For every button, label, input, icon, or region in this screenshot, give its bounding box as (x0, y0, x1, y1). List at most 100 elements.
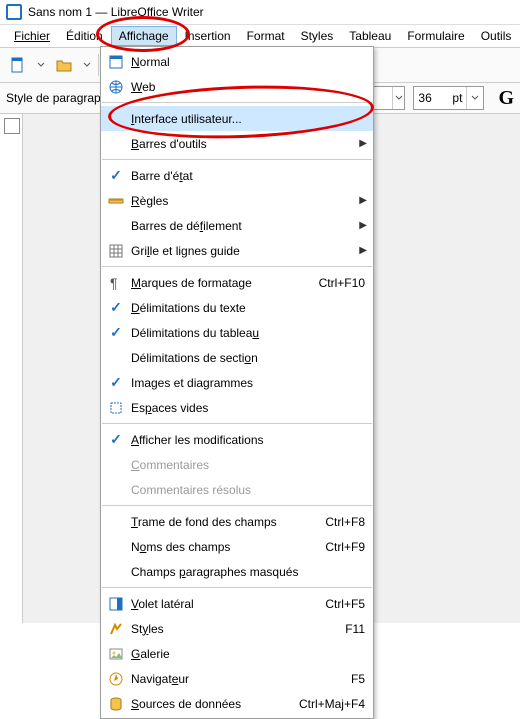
menu-label: Web (131, 80, 365, 94)
menu-label: Grille et lignes guide (131, 244, 365, 258)
check-icon: ✓ (110, 324, 122, 341)
paragraph-style-label: Style de paragraph (6, 91, 107, 105)
chevron-down-icon[interactable] (466, 87, 483, 109)
shortcut: Ctrl+F5 (325, 597, 365, 611)
menu-item-normal[interactable]: Normal (101, 49, 373, 74)
menu-item-web[interactable]: Web (101, 74, 373, 99)
sidebar-icon (101, 596, 131, 612)
normal-view-icon (101, 54, 131, 70)
window-titlebar: Sans nom 1 — LibreOffice Writer (0, 0, 520, 25)
database-icon (101, 696, 131, 712)
check-icon: ✓ (110, 431, 122, 448)
menu-label: Délimitations du texte (131, 301, 365, 315)
submenu-arrow-icon: ▶ (359, 220, 367, 231)
menu-affichage[interactable]: Affichage (111, 26, 177, 46)
check-icon: ✓ (110, 374, 122, 391)
shortcut: Ctrl+F9 (325, 540, 365, 554)
menu-label: Barres de défilement (131, 219, 365, 233)
shortcut: F5 (351, 672, 365, 686)
pilcrow-icon: ¶ (101, 275, 131, 291)
submenu-arrow-icon: ▶ (359, 138, 367, 149)
menu-item-galerie[interactable]: Galerie (101, 641, 373, 666)
menu-label: Délimitations de section (131, 351, 365, 365)
menu-label: Marques de formatage (131, 276, 311, 290)
menu-item-noms-champs[interactable]: Noms des champs Ctrl+F9 (101, 534, 373, 559)
font-size-combo[interactable]: pt (413, 86, 484, 110)
new-doc-button[interactable] (4, 51, 32, 79)
menu-label: Espaces vides (131, 401, 365, 415)
menu-label: Images et diagrammes (131, 376, 365, 390)
menu-item-delim-section[interactable]: Délimitations de section (101, 345, 373, 370)
menu-item-volet-lateral[interactable]: Volet latéral Ctrl+F5 (101, 591, 373, 616)
menu-item-navigateur[interactable]: Navigateur F5 (101, 666, 373, 691)
menu-label: Barre d'état (131, 169, 365, 183)
shortcut: F11 (345, 622, 365, 636)
menu-item-interface-utilisateur[interactable]: Interface utilisateur... (101, 106, 373, 131)
menu-edition[interactable]: Édition (58, 26, 111, 46)
font-name-combo[interactable] (369, 86, 405, 110)
menu-item-barres-defilement[interactable]: Barres de défilement ▶ (101, 213, 373, 238)
submenu-arrow-icon: ▶ (359, 195, 367, 206)
web-view-icon (101, 79, 131, 95)
menu-fichier[interactable]: Fichier (6, 26, 58, 46)
shortcut: Ctrl+Maj+F4 (299, 697, 365, 711)
gallery-icon (101, 646, 131, 662)
whitespace-icon (101, 400, 131, 416)
svg-text:¶: ¶ (110, 275, 118, 291)
submenu-arrow-icon: ▶ (359, 245, 367, 256)
menu-item-styles[interactable]: Styles F11 (101, 616, 373, 641)
menu-label: Sources de données (131, 697, 291, 711)
check-icon: ✓ (110, 167, 122, 184)
menu-label: Navigateur (131, 672, 343, 686)
chevron-down-icon[interactable] (392, 87, 404, 109)
menu-tableau[interactable]: Tableau (341, 26, 399, 46)
ruler-icon (101, 193, 131, 209)
menubar: Fichier Édition Affichage Insertion Form… (0, 25, 520, 47)
menu-item-trame-fond[interactable]: Trame de fond des champs Ctrl+F8 (101, 509, 373, 534)
menu-item-commentaires: Commentaires (101, 452, 373, 477)
menu-outils[interactable]: Outils (473, 26, 520, 46)
grid-icon (101, 243, 131, 259)
font-size-input[interactable] (414, 91, 452, 105)
menu-item-afficher-modifications[interactable]: ✓ Afficher les modifications (101, 427, 373, 452)
menu-label: Styles (131, 622, 337, 636)
bold-button[interactable]: G (498, 87, 514, 110)
menu-insertion[interactable]: Insertion (177, 26, 239, 46)
menu-label: Galerie (131, 647, 365, 661)
new-doc-dropdown[interactable] (36, 61, 46, 69)
menu-label: ormal (140, 55, 170, 69)
pt-label: pt (452, 91, 466, 105)
menu-label: Interface utilisateur... (131, 112, 365, 126)
menu-item-grille[interactable]: Grille et lignes guide ▶ (101, 238, 373, 263)
vertical-ruler (0, 114, 23, 623)
menu-label: Barres d'outils (131, 137, 365, 151)
menu-label: Commentaires (131, 458, 365, 472)
menu-item-sources-donnees[interactable]: Sources de données Ctrl+Maj+F4 (101, 691, 373, 716)
menu-item-delim-texte[interactable]: ✓ Délimitations du texte (101, 295, 373, 320)
shortcut: Ctrl+F10 (319, 276, 365, 290)
menu-formulaire[interactable]: Formulaire (399, 26, 472, 46)
menu-item-commentaires-resolus: Commentaires résolus (101, 477, 373, 502)
menu-label: Volet latéral (131, 597, 317, 611)
window-title: Sans nom 1 — LibreOffice Writer (28, 5, 204, 19)
app-icon (6, 4, 22, 20)
menu-label: Noms des champs (131, 540, 317, 554)
menu-styles[interactable]: Styles (293, 26, 342, 46)
menu-label: Afficher les modifications (131, 433, 365, 447)
menu-item-regles[interactable]: Règles ▶ (101, 188, 373, 213)
menu-label: Champs paragraphes masqués (131, 565, 365, 579)
menu-item-barres-outils[interactable]: Barres d'outils ▶ (101, 131, 373, 156)
styles-icon (101, 621, 131, 637)
check-icon: ✓ (110, 299, 122, 316)
menu-item-marques-formatage[interactable]: ¶ Marques de formatage Ctrl+F10 (101, 270, 373, 295)
open-button[interactable] (50, 51, 78, 79)
menu-item-espaces-vides[interactable]: Espaces vides (101, 395, 373, 420)
shortcut: Ctrl+F8 (325, 515, 365, 529)
menu-item-barre-etat[interactable]: ✓ Barre d'état (101, 163, 373, 188)
menu-label: Trame de fond des champs (131, 515, 317, 529)
menu-item-delim-tableau[interactable]: ✓ Délimitations du tableau (101, 320, 373, 345)
menu-item-images-diagrammes[interactable]: ✓ Images et diagrammes (101, 370, 373, 395)
open-dropdown[interactable] (82, 61, 92, 69)
menu-format[interactable]: Format (239, 26, 293, 46)
menu-item-champs-masques[interactable]: Champs paragraphes masqués (101, 559, 373, 584)
